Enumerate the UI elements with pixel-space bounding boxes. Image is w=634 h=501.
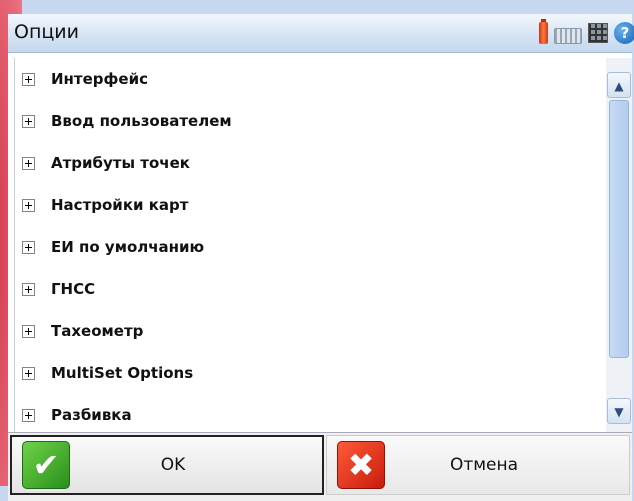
tree-item-label: ГНСС xyxy=(51,280,96,298)
expand-icon[interactable] xyxy=(22,324,35,338)
tree-item-map-settings[interactable]: Настройки карт xyxy=(15,184,601,226)
expand-icon[interactable] xyxy=(22,282,35,296)
tree-item-label: Разбивка xyxy=(51,406,132,424)
tree-item-label: Настройки карт xyxy=(51,196,189,214)
options-tree: Интерфейс Ввод пользователем Атрибуты то… xyxy=(14,58,601,432)
tree-item-label: Атрибуты точек xyxy=(51,154,190,172)
tree-item-total-station[interactable]: Тахеометр xyxy=(15,310,601,352)
expand-icon[interactable] xyxy=(22,366,35,380)
close-icon: ✖ xyxy=(337,441,385,489)
vertical-scrollbar[interactable]: ▲ ▼ xyxy=(606,58,632,432)
tree-item-multiset-options[interactable]: MultiSet Options xyxy=(15,352,601,394)
tree-item-label: Ввод пользователем xyxy=(51,112,232,130)
ok-button-label: OK xyxy=(160,455,186,475)
tree-item-interface[interactable]: Интерфейс xyxy=(15,58,601,100)
window-title: Опции xyxy=(14,21,80,43)
expand-icon[interactable] xyxy=(22,240,35,254)
expand-icon[interactable] xyxy=(22,156,35,170)
tree-item-label: Тахеометр xyxy=(51,322,144,340)
tree-item-default-units[interactable]: ЕИ по умолчанию xyxy=(15,226,601,268)
tree-item-label: Интерфейс xyxy=(51,70,148,88)
cancel-button[interactable]: ✖ Отмена xyxy=(326,435,630,495)
tree-item-user-input[interactable]: Ввод пользователем xyxy=(15,100,601,142)
tree-item-gnss[interactable]: ГНСС xyxy=(15,268,601,310)
options-window: Опции ? Интерфейс Ввод пользователем Атр… xyxy=(8,14,634,501)
cancel-button-label: Отмена xyxy=(449,455,519,475)
scroll-up-button[interactable]: ▲ xyxy=(607,72,631,98)
title-bar: Опции ? xyxy=(8,14,634,53)
checkmark-icon: ✔ xyxy=(22,441,70,489)
expand-icon[interactable] xyxy=(22,408,35,422)
help-icon[interactable]: ? xyxy=(614,22,634,44)
expand-icon[interactable] xyxy=(22,72,35,86)
scroll-down-button[interactable]: ▼ xyxy=(607,398,631,424)
tree-item-point-attributes[interactable]: Атрибуты точек xyxy=(15,142,601,184)
grid-icon[interactable] xyxy=(588,23,608,43)
tree-item-label: ЕИ по умолчанию xyxy=(51,238,205,256)
expand-icon[interactable] xyxy=(22,114,35,128)
keyboard-icon[interactable] xyxy=(554,28,582,44)
bottom-button-bar: ✔ OK ✖ Отмена xyxy=(8,432,632,501)
tree-item-label: MultiSet Options xyxy=(51,364,194,382)
status-icons: ? xyxy=(539,19,634,46)
battery-icon[interactable] xyxy=(539,19,548,44)
expand-icon[interactable] xyxy=(22,198,35,212)
ok-button[interactable]: ✔ OK xyxy=(10,435,324,495)
tree-item-stakeout[interactable]: Разбивка xyxy=(15,394,601,432)
scrollbar-thumb[interactable] xyxy=(609,100,629,358)
